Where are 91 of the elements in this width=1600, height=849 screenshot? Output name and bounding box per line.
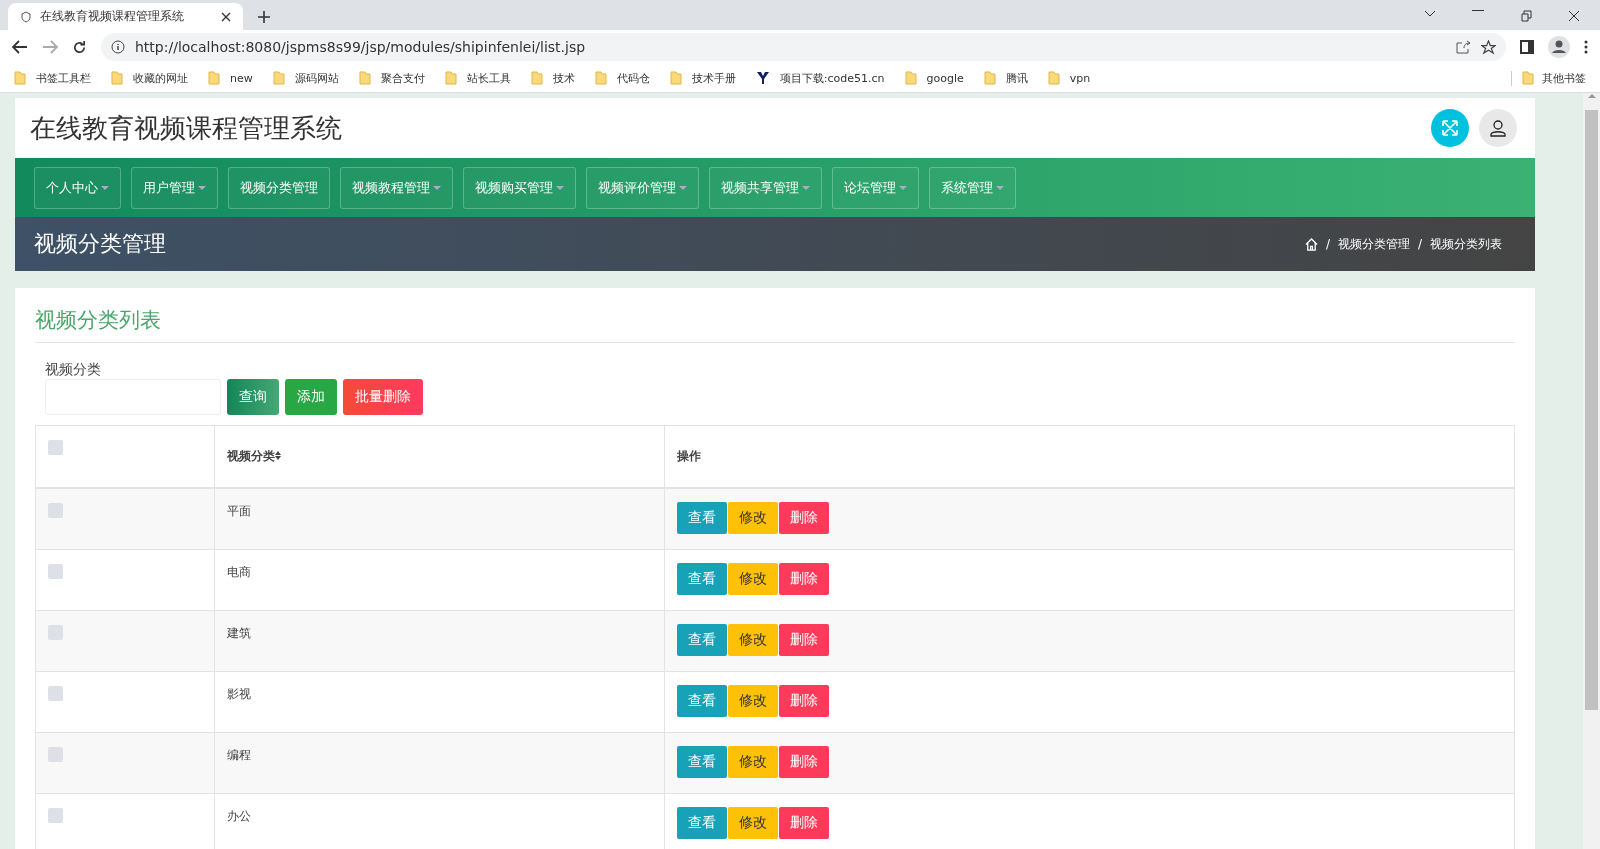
site-logo-icon — [755, 71, 770, 85]
folder-icon — [358, 71, 371, 85]
expand-icon — [1441, 119, 1459, 137]
info-icon — [111, 40, 125, 54]
star-icon[interactable] — [1481, 39, 1496, 55]
folder-icon — [530, 71, 543, 85]
nav-menu-item[interactable]: 用户管理 — [131, 166, 218, 209]
edit-button[interactable]: 修改 — [728, 562, 778, 595]
folder-icon — [272, 71, 285, 85]
shield-icon — [20, 10, 32, 23]
edit-button[interactable]: 修改 — [728, 806, 778, 839]
folder-icon — [1047, 71, 1060, 85]
delete-button[interactable]: 批量删除 — [343, 379, 423, 415]
table-cell: 编程 — [227, 747, 251, 762]
delete-button[interactable]: 删除 — [779, 562, 829, 595]
table-cell: 电商 — [227, 564, 251, 579]
address-bar[interactable]: http://localhost:8080/jspms8s99/jsp/modules/shipinfenlei/list.jsp — [101, 33, 1506, 61]
breadcrumb-separator: / — [1325, 237, 1330, 251]
table-cell: 办公 — [227, 808, 251, 823]
folder-icon — [14, 71, 26, 85]
nav-menu-item[interactable]: 视频分类管理 — [228, 166, 330, 209]
table-cell: 影视 — [227, 686, 251, 701]
bookmark[interactable]: google — [926, 71, 964, 85]
back-icon[interactable] — [12, 40, 28, 54]
checkbox[interactable] — [48, 503, 63, 518]
checkbox[interactable] — [48, 563, 63, 579]
delete-button[interactable]: 删除 — [779, 623, 829, 656]
folder-icon — [904, 71, 917, 85]
nav-menu-item[interactable]: 个人中心 — [34, 166, 121, 209]
edit-button[interactable]: 修改 — [728, 502, 778, 534]
table-cell: 平面 — [227, 504, 251, 518]
edit-button[interactable]: 修改 — [728, 684, 778, 717]
folder-icon — [111, 71, 123, 85]
edit-button[interactable]: 修改 — [728, 745, 778, 778]
checkbox[interactable] — [48, 685, 63, 701]
bookmark[interactable]: 收藏的网址 — [133, 70, 188, 86]
page-heading: 视频分类管理 — [34, 230, 167, 258]
nav-menu-item[interactable]: 视频购买管理 — [463, 166, 576, 209]
menu-icon[interactable] — [1584, 40, 1588, 54]
checkbox[interactable] — [48, 746, 63, 762]
search-button[interactable]: 查询 — [227, 379, 279, 415]
checkbox[interactable] — [48, 440, 63, 455]
browser-tab[interactable]: 在线教育视频课程管理系统 — [8, 3, 243, 30]
share-icon[interactable] — [1456, 40, 1471, 54]
bookmark[interactable]: 源码网站 — [294, 70, 339, 86]
bookmark[interactable]: vpn — [1069, 71, 1091, 85]
nav-menu-item[interactable]: 视频教程管理 — [340, 166, 453, 209]
minimize-icon[interactable] — [1472, 10, 1484, 12]
bookmark[interactable]: 聚合支付 — [380, 70, 425, 86]
bookmark[interactable]: 项目下载:code51.cn — [779, 70, 885, 86]
bookmark[interactable]: 书签工具栏 — [36, 70, 91, 86]
checkbox[interactable] — [48, 807, 63, 823]
breadcrumb-link[interactable]: 视频分类管理 — [1337, 235, 1410, 253]
delete-button[interactable]: 删除 — [779, 502, 829, 534]
folder-icon — [669, 71, 682, 85]
restore-icon[interactable] — [1520, 10, 1532, 22]
sort-icon — [275, 451, 281, 460]
edit-button[interactable]: 修改 — [728, 623, 778, 656]
close-icon[interactable] — [221, 11, 231, 22]
bookmark[interactable]: 技术手册 — [691, 70, 736, 86]
side-panel-icon[interactable] — [1520, 40, 1534, 54]
bookmark[interactable]: 技术 — [552, 70, 575, 86]
bookmark[interactable]: 腾讯 — [1005, 70, 1028, 86]
bookmark[interactable]: 其他书签 — [1542, 70, 1586, 86]
delete-button[interactable]: 删除 — [779, 745, 829, 778]
bookmark[interactable]: 代码仓 — [616, 70, 650, 86]
folder-icon — [208, 71, 220, 85]
reload-icon[interactable] — [72, 39, 87, 55]
user-button[interactable] — [1479, 109, 1517, 147]
delete-button[interactable]: 删除 — [779, 684, 829, 717]
home-icon[interactable] — [1304, 237, 1318, 251]
field-label: 视频分类 — [45, 361, 102, 379]
breadcrumb-separator: / — [1417, 237, 1422, 251]
delete-button[interactable]: 删除 — [779, 806, 829, 839]
folder-icon — [1522, 71, 1534, 85]
bookmark[interactable]: new — [230, 71, 253, 85]
user-icon — [1489, 119, 1507, 137]
close-icon[interactable] — [1568, 10, 1580, 22]
scrollbar-thumb[interactable] — [1585, 110, 1598, 710]
chevron-down-icon[interactable] — [1424, 10, 1436, 18]
checkbox[interactable] — [48, 624, 63, 640]
profile-icon[interactable] — [1548, 36, 1570, 58]
bookmark[interactable]: 站长工具 — [466, 70, 511, 86]
card-title: 视频分类列表 — [35, 288, 1515, 343]
breadcrumb-link[interactable]: 视频分类列表 — [1430, 235, 1502, 253]
folder-icon — [444, 71, 457, 85]
folder-icon — [594, 71, 607, 85]
app-title: 在线教育视频课程管理系统 — [30, 111, 343, 145]
folder-icon — [983, 71, 996, 85]
table-cell: 建筑 — [227, 625, 251, 640]
new-tab-icon[interactable] — [257, 10, 271, 24]
